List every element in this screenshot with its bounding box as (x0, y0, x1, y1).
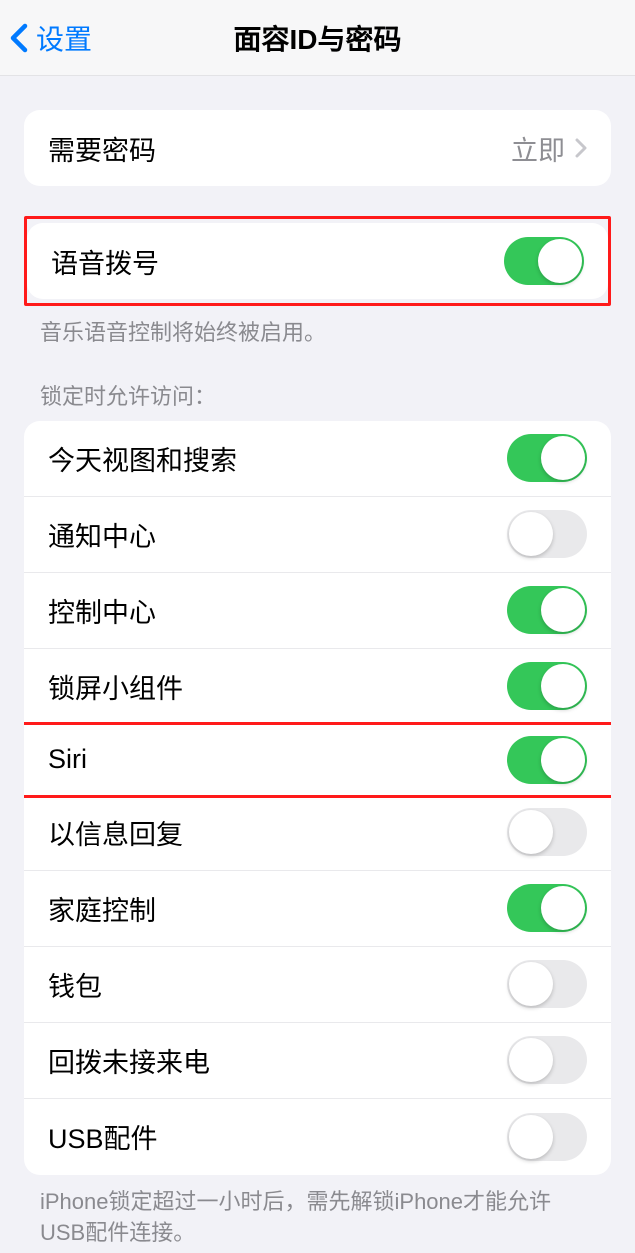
voice-dial-toggle[interactable] (504, 237, 584, 285)
lock-access-label: 回拨未接来电 (48, 1041, 210, 1080)
lock-access-row: 今天视图和搜索 (24, 421, 611, 497)
lock-access-list: 今天视图和搜索通知中心控制中心锁屏小组件 Siri 以信息回复家庭控制钱包回拨未接来… (24, 421, 611, 1175)
lock-access-toggle[interactable] (507, 960, 587, 1008)
lock-access-toggle[interactable] (507, 884, 587, 932)
lock-access-label: 通知中心 (48, 515, 156, 554)
lock-access-toggle[interactable] (507, 1113, 587, 1161)
siri-row-highlight: Siri (24, 722, 611, 798)
voice-dial-highlight: 语音拨号 (24, 216, 611, 306)
voice-dial-footer: 音乐语音控制将始终被启用。 (0, 306, 635, 349)
lock-access-row: 回拨未接来电 (24, 1023, 611, 1099)
lock-access-row: 通知中心 (24, 497, 611, 573)
lock-access-row: 控制中心 (24, 573, 611, 649)
lock-access-row: 家庭控制 (24, 871, 611, 947)
voice-dial-label: 语音拨号 (51, 242, 159, 281)
navigation-bar: 设置 面容ID与密码 (0, 0, 635, 76)
lock-access-label: 钱包 (48, 965, 102, 1004)
lock-access-label: 今天视图和搜索 (48, 439, 237, 478)
lock-access-toggle[interactable] (507, 510, 587, 558)
lock-access-toggle[interactable] (507, 434, 587, 482)
chevron-right-icon (575, 138, 587, 158)
require-passcode-label: 需要密码 (48, 129, 156, 168)
voice-dial-row: 语音拨号 (27, 223, 608, 299)
lock-access-toggle[interactable] (507, 586, 587, 634)
chevron-left-icon (10, 23, 28, 53)
lock-access-toggle[interactable] (507, 808, 587, 856)
lock-access-label: USB配件 (48, 1117, 158, 1156)
require-passcode-value: 立即 (511, 129, 565, 168)
lock-access-row: USB配件 (24, 1099, 611, 1175)
lock-access-toggle[interactable] (507, 662, 587, 710)
lock-access-label: 以信息回复 (48, 813, 183, 852)
back-button[interactable]: 设置 (10, 18, 92, 58)
lock-access-toggle[interactable] (507, 1036, 587, 1084)
lock-access-row: 以信息回复 (24, 795, 611, 871)
lock-access-row: 钱包 (24, 947, 611, 1023)
lock-access-label: 家庭控制 (48, 889, 156, 928)
back-label: 设置 (36, 18, 92, 58)
lock-access-header: 锁定时允许访问： (0, 379, 635, 421)
lock-access-label: Siri (48, 744, 87, 775)
lock-access-label: 锁屏小组件 (48, 667, 183, 706)
lock-access-row: 锁屏小组件 (24, 649, 611, 725)
page-title: 面容ID与密码 (233, 18, 401, 58)
lock-access-toggle[interactable] (507, 736, 587, 784)
require-passcode-row[interactable]: 需要密码 立即 (24, 110, 611, 186)
lock-access-footer: iPhone锁定超过一小时后，需先解锁iPhone才能允许USB配件连接。 (0, 1175, 635, 1249)
lock-access-label: 控制中心 (48, 591, 156, 630)
